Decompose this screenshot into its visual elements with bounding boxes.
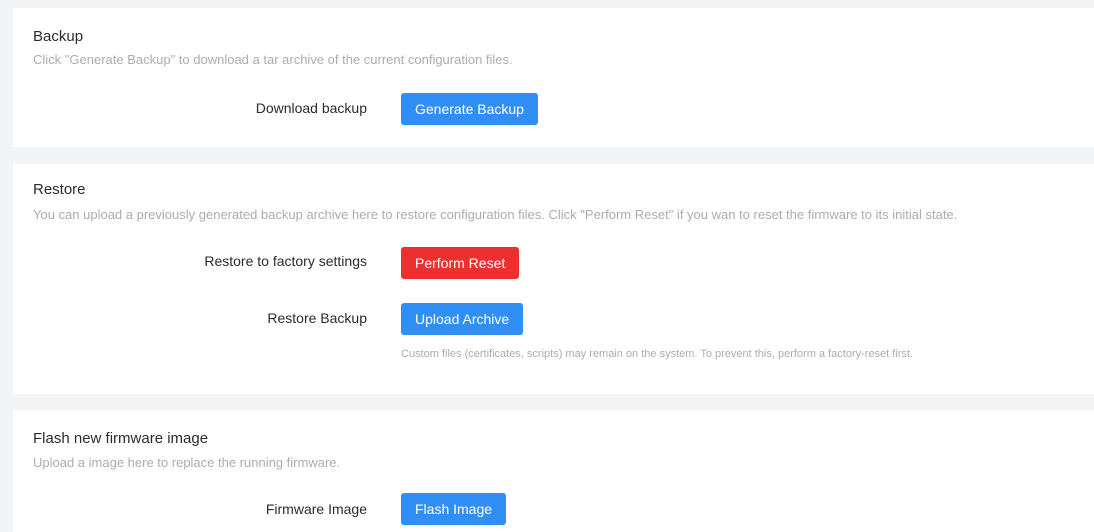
restore-description: You can upload a previously generated ba… (33, 207, 958, 222)
firmware-description: Upload a image here to replace the runni… (33, 455, 341, 470)
restore-title: Restore (33, 181, 86, 198)
restore-section: Restore You can upload a previously gene… (13, 164, 1094, 394)
flash-image-button[interactable]: Flash Image (401, 493, 507, 525)
backup-section: Backup Click "Generate Backup" to downlo… (13, 8, 1094, 147)
firmware-section: Flash new firmware image Upload a image … (13, 410, 1094, 532)
restore-hint: Custom files (certificates, scripts) may… (401, 348, 914, 360)
firmware-image-label: Firmware Image (265, 501, 367, 517)
perform-reset-button[interactable]: Perform Reset (401, 247, 520, 279)
restore-backup-label: Restore Backup (267, 310, 367, 326)
upload-archive-button[interactable]: Upload Archive (401, 303, 524, 335)
backup-description: Click "Generate Backup" to download a ta… (33, 52, 513, 67)
firmware-title: Flash new firmware image (33, 430, 209, 447)
factory-reset-label: Restore to factory settings (204, 253, 367, 269)
download-backup-label: Download backup (255, 100, 367, 116)
backup-title: Backup (33, 28, 84, 45)
generate-backup-button[interactable]: Generate Backup (401, 93, 538, 125)
